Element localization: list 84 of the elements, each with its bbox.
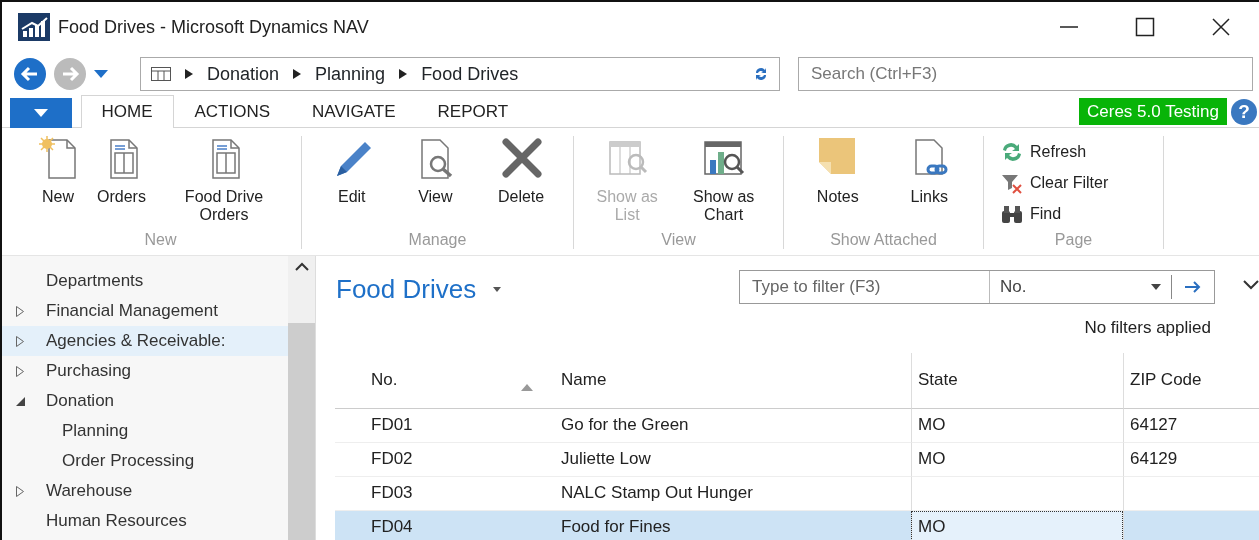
breadcrumb-link[interactable]: Donation [207, 60, 280, 88]
column-header[interactable]: Name [561, 367, 607, 393]
chevron-icon [185, 69, 193, 79]
ribbon-button[interactable]: Orders [93, 136, 150, 231]
refresh-icon [1000, 140, 1024, 163]
ribbon-button[interactable]: Clear Filter [994, 167, 1115, 198]
nav-item[interactable]: Planning [2, 416, 288, 446]
collapsed-icon[interactable] [16, 305, 24, 317]
dropdown-icon[interactable] [94, 70, 108, 78]
breadcrumb-link[interactable]: Planning [315, 60, 386, 88]
nav-item[interactable]: Human Resources [2, 506, 288, 536]
filter-status: No filters applied [1083, 317, 1212, 339]
ribbon-button[interactable]: Delete [493, 136, 549, 231]
ribbon-tab[interactable]: HOME [80, 94, 174, 128]
ribbon-button[interactable]: View [410, 136, 461, 231]
filter-column-dropdown[interactable]: No. [990, 275, 1172, 299]
dropdown-icon[interactable] [493, 287, 502, 292]
expanded-icon[interactable] [16, 396, 25, 406]
new-document-icon [37, 136, 79, 180]
collapsed-icon[interactable] [16, 485, 24, 497]
column-header[interactable]: State [918, 367, 958, 393]
group-label: New [143, 231, 178, 249]
ribbon-button[interactable]: Show as Chart [674, 136, 773, 231]
breadcrumb-link[interactable]: Food Drives [421, 60, 519, 88]
ribbon-tab[interactable]: ACTIONS [173, 94, 292, 128]
group-label: Page [1053, 231, 1094, 249]
table-cell-text: Food for Fines [561, 516, 671, 539]
table-cell-text: 64129 [1130, 448, 1178, 471]
ribbon-button[interactable]: Food Drive Orders [160, 136, 288, 231]
collapsed-icon[interactable] [16, 335, 24, 347]
app-logo-icon [18, 13, 50, 41]
filter-bar[interactable]: Type to filter (F3) No. [739, 270, 1215, 304]
nav-item[interactable]: Donation [2, 386, 288, 416]
table-cell-text: NALC Stamp Out Hunger [561, 482, 753, 505]
table-cell-text: FD01 [371, 414, 413, 437]
delete-icon [500, 136, 543, 180]
ribbon-button[interactable]: Find [994, 198, 1068, 229]
group-label: View [660, 231, 697, 249]
table-cell-text: FD03 [371, 482, 413, 505]
ribbon-button[interactable]: New [33, 136, 83, 231]
scroll-up-icon[interactable] [294, 262, 309, 271]
refresh-icon[interactable] [753, 66, 769, 82]
caret-icon [34, 109, 48, 117]
column-header[interactable]: ZIP Code [1130, 367, 1202, 393]
ribbon-button[interactable]: Links [904, 136, 955, 231]
ribbon-button[interactable]: Edit [326, 136, 377, 231]
table-cell-text: Go for the Green [561, 414, 689, 437]
chevron-icon [293, 69, 302, 79]
table-cell-text: MO [918, 414, 946, 437]
column-header[interactable]: No. [371, 367, 398, 393]
group-label: Manage [407, 231, 468, 249]
maximize-icon[interactable] [1135, 17, 1155, 37]
ribbon-button[interactable]: Refresh [994, 136, 1093, 167]
back-icon[interactable] [14, 58, 46, 90]
table-cell-text: MO [918, 448, 946, 471]
ribbon-tab[interactable]: REPORT [416, 94, 530, 128]
close-icon[interactable] [1211, 17, 1231, 37]
caret-icon [1151, 284, 1161, 290]
help-button[interactable]: ? [1231, 98, 1257, 125]
nav-item[interactable]: Warehouse [2, 476, 288, 506]
window-title: Food Drives - Microsoft Dynamics NAV [58, 15, 369, 39]
table-cell-text: MO [918, 516, 946, 539]
expand-icon[interactable] [1243, 280, 1259, 290]
table-cell-text: Juliette Low [561, 448, 651, 471]
table-cell-text: FD04 [371, 516, 413, 539]
nav-item[interactable]: Departments [2, 266, 288, 296]
collapsed-icon[interactable] [16, 365, 24, 377]
search-field[interactable]: Search (Ctrl+F3) [798, 57, 1253, 91]
nav-item[interactable]: Purchasing [2, 356, 288, 386]
ribbon-tab[interactable]: NAVIGATE [291, 94, 417, 128]
table-cell-text: FD02 [371, 448, 413, 471]
page-title: Food Drives [336, 273, 477, 306]
arrow-right-icon[interactable] [1184, 280, 1202, 294]
app-menu-button[interactable] [10, 98, 72, 128]
nav-item[interactable]: Financial Management [2, 296, 288, 326]
group-label: Show Attached [829, 231, 938, 249]
environment-label: Ceres 5.0 Testing [1079, 97, 1227, 126]
table-cell-text: 64127 [1130, 414, 1178, 437]
chevron-icon [399, 69, 408, 79]
table-icon [151, 67, 171, 81]
nav-item[interactable]: Agencies & Receivable: [2, 326, 288, 356]
ribbon-button[interactable]: Notes [812, 136, 863, 231]
nav-item[interactable]: Order Processing [2, 446, 288, 476]
scrollbar-thumb[interactable] [288, 323, 315, 540]
